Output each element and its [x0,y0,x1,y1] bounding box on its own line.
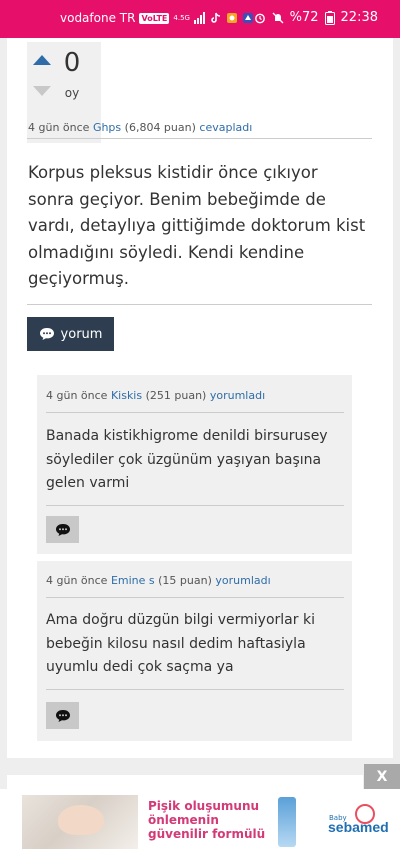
network-type: 4.5G [173,14,190,22]
comment-item: 4 gün önce Emine s (15 puan) yorumladı A… [37,561,352,741]
answer-card: 0 oy 4 gün önce Ghps (6,804 puan) cevapl… [7,38,393,758]
comment-divider [46,597,344,598]
carrier-name: vodafone TR [60,11,136,25]
alarm-icon [254,13,265,23]
comment-divider [46,689,344,690]
upvote-arrow-icon[interactable] [32,53,52,67]
speech-bubble-icon [39,328,54,340]
answer-meta: 4 gün önce Ghps (6,804 puan) cevapladı [28,121,252,134]
volte-badge: VoLTE [139,12,170,24]
battery-icon [324,10,335,25]
comment-action-link[interactable]: yorumladı [210,389,265,402]
divider [27,304,372,305]
comment-reply-button[interactable] [46,516,79,543]
mute-icon [272,12,284,23]
app-badge-icon [242,13,253,23]
speech-bubble-icon [55,709,70,722]
comment-time: 4 gün önce [46,389,108,402]
answer-time: 4 gün önce [28,121,90,134]
answer-action-link[interactable]: cevapladı [199,121,252,134]
ad-headline: Pişik oluşumunu önlemenin güvenilir form… [148,799,266,841]
next-card-edge [7,775,363,789]
comment-button[interactable]: yorum [27,317,114,351]
comment-item: 4 gün önce Kiskis (251 puan) yorumladı B… [37,375,352,554]
comment-meta: 4 gün önce Emine s (15 puan) yorumladı [46,574,271,587]
product-tube-image [278,797,296,847]
battery-level: %72 [289,10,319,25]
comment-meta: 4 gün önce Kiskis (251 puan) yorumladı [46,389,265,402]
app-notification-icon [226,13,237,23]
signal-icon [193,12,205,24]
vote-unit-label: oy [64,86,80,100]
comment-author-link[interactable]: Emine s [111,574,155,587]
ad-banner[interactable]: Pişik oluşumunu önlemenin güvenilir form… [0,789,400,855]
answer-author-link[interactable]: Ghps [93,121,121,134]
speech-bubble-icon [55,523,70,536]
ad-brand: sebamed [328,819,389,835]
answer-text: Korpus pleksus kistidir önce çıkıyor son… [28,163,366,288]
divider [27,138,372,139]
comment-time: 4 gün önce [46,574,108,587]
status-right: %72 22:38 [254,10,378,25]
ad-close-button[interactable]: X [364,764,400,789]
comment-text: Ama doğru düzgün bilgi vermiyorlar ki be… [46,612,315,675]
baby-image [58,805,104,835]
vote-count: 0 [63,48,81,78]
comment-reply-button[interactable] [46,702,79,729]
tiktok-icon [211,12,221,23]
status-bar: vodafone TR VoLTE 4.5G %72 22:38 [0,0,400,38]
comment-author-points: (15 puan) [158,574,212,587]
answer-author-points: (6,804 puan) [124,121,196,134]
comment-author-points: (251 puan) [145,389,207,402]
downvote-arrow-icon[interactable] [32,84,52,98]
clock: 22:38 [340,10,378,25]
comment-text: Banada kistikhigrome denildi birsurusey … [46,428,328,491]
comment-divider [46,505,344,506]
comment-button-label: yorum [60,326,103,342]
comment-action-link[interactable]: yorumladı [215,574,270,587]
comment-divider [46,412,344,413]
ad-photo [22,795,138,849]
status-left: vodafone TR VoLTE 4.5G [60,11,254,25]
comment-author-link[interactable]: Kiskis [111,389,142,402]
